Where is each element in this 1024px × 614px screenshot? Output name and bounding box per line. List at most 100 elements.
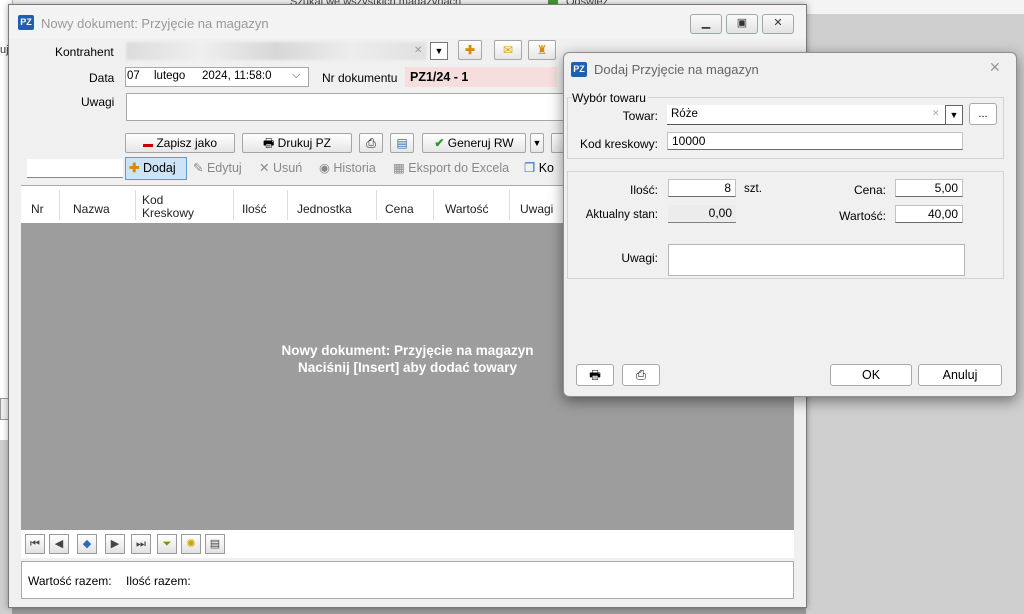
mail-button[interactable]: ✉ [494,40,522,60]
uwagi-input[interactable] [126,93,566,121]
value-input[interactable]: 40,00 [895,205,963,223]
add-button[interactable]: ✚ Dodaj [125,157,187,180]
column-nazwa[interactable]: Nazwa [73,203,110,216]
clear-icon[interactable]: ✕ [414,43,428,59]
date-picker[interactable]: 07 lutego 2024, 11:58:0 ⌵ [125,67,309,87]
navigator-bar: ⏮ ◀ ◆ ▶ ⏭ ⏷ ✺ ▤ [21,530,794,558]
delete-button[interactable]: ✕ Usuń [259,158,302,178]
move-button[interactable]: ◆ [77,534,97,554]
column-wartosc[interactable]: Wartość [445,203,489,216]
last-icon: ⏭ [136,538,146,550]
settings-button[interactable]: ⎙ [359,133,383,153]
print-pz-button[interactable]: 🖶 Drukuj PZ [242,133,352,153]
app-logo-icon: PZ [18,15,34,30]
group-title: Wybór towaru [572,91,648,105]
chevron-down-icon: ▼ [949,110,959,120]
dialog-close-button[interactable]: ✕ [989,59,1001,76]
minimize-icon: ▁ [701,17,711,29]
kontrahent-field[interactable] [126,42,426,60]
edit-button[interactable]: ✎ Edytuj [193,158,242,178]
card-icon: ▤ [396,136,408,150]
column-divider [287,190,288,220]
add-contractor-button[interactable]: ✚ [458,40,482,60]
minimize-button[interactable]: ▁ [690,14,722,34]
plus-icon: ✚ [464,43,476,57]
dialog-title: Dodaj Przyjęcie na magazyn [594,62,759,77]
nr-dokumentu-label: Nr dokumentu [322,71,398,85]
column-nr[interactable]: Nr [31,203,44,216]
generate-rw-button[interactable]: ✔ Generuj RW [422,133,526,153]
export-excel-label: Eksport do Excela [408,161,510,175]
browse-label: ... [978,108,988,120]
column-cena[interactable]: Cena [385,203,414,216]
totals-footer: Wartość razem: Ilość razem: [21,561,794,599]
maximize-button[interactable]: ▣ [726,14,758,34]
column-divider [135,190,136,220]
uwagi-label: Uwagi [81,95,115,109]
notes-label: Uwagi: [621,251,658,265]
browse-products-button[interactable]: ... [969,103,997,125]
towar-dropdown-button[interactable]: ▼ [945,105,963,125]
up-down-icon: ◆ [82,538,92,550]
kontrahent-dropdown-button[interactable]: ▼ [430,42,448,60]
excel-icon: ▦ [393,161,405,175]
total-value-label: Wartość razem: [28,574,112,588]
towar-select[interactable]: Róże ✕ [667,105,945,125]
barcode-input[interactable]: 10000 [667,132,963,150]
column-divider [233,190,234,220]
column-uwagi[interactable]: Uwagi [520,203,553,216]
contractor-details-button[interactable]: ♜ [528,40,556,60]
print-labels-button[interactable]: ⎙ [622,364,660,386]
price-input[interactable]: 5,00 [895,179,963,197]
column-ilosc[interactable]: Ilość [242,203,267,216]
date-time: 2024, 11:58:0 [202,70,272,82]
filter-icon: ⏷ [162,538,172,550]
history-button[interactable]: ◉ Historia [319,158,376,178]
toolbar-search-input[interactable] [27,159,123,178]
towar-value: Róże [671,108,698,120]
cancel-button[interactable]: Anuluj [918,364,1002,386]
card-button[interactable]: ▤ [390,133,414,153]
kontrahent-label: Kontrahent [55,45,114,59]
export-excel-button[interactable]: ▦ Eksport do Excela [393,158,509,178]
generate-rw-dropdown[interactable]: ▼ [530,133,544,153]
close-icon: ✕ [989,59,1001,75]
printer-icon: 🖶 [589,368,601,382]
printer-settings-icon: ⎙ [366,136,376,150]
first-record-button[interactable]: ⏮ [25,534,45,554]
last-record-button[interactable]: ⏭ [131,534,151,554]
stock-value: 0,00 [668,205,736,223]
save-as-label: Zapisz jako [156,136,218,150]
clear-icon[interactable]: ✕ [932,108,940,119]
prev-record-button[interactable]: ◀ [49,534,69,554]
qty-unit: szt. [744,183,762,195]
window-title: Nowy dokument: Przyjęcie na magazyn [41,16,269,31]
columns-button[interactable]: ▤ [205,534,225,554]
label-printer-icon: ⎙ [635,368,646,382]
print-button[interactable]: 🖶 [576,364,614,386]
filter-button[interactable]: ⏷ [157,534,177,554]
column-kod-kreskowy[interactable]: Kod Kreskowy [142,194,194,220]
column-divider [376,190,377,220]
nr-dokumentu-value: PZ1/24 - 1 [410,70,469,84]
total-qty-label: Ilość razem: [126,574,191,588]
column-jednostka[interactable]: Jednostka [297,203,352,216]
printer-icon: 🖶 [262,136,275,150]
next-record-button[interactable]: ▶ [105,534,125,554]
towar-label: Towar: [622,109,658,123]
notes-input[interactable] [668,244,965,276]
find-button[interactable]: ✺ [181,534,201,554]
prev-icon: ◀ [54,538,64,550]
copy-button[interactable]: ❐ Ko [524,158,554,178]
plus-icon: ✚ [129,161,140,175]
save-as-button[interactable]: ▬ Zapisz jako [125,133,235,153]
ok-button[interactable]: OK [830,364,912,386]
edit-label: Edytuj [206,161,242,175]
close-button[interactable]: ✕ [762,14,794,34]
history-icon: ◉ [319,161,330,175]
print-pz-label: Drukuj PZ [277,136,331,150]
date-month: lutego [154,70,186,82]
history-label: Historia [333,161,376,175]
delete-icon: ✕ [259,161,270,175]
qty-input[interactable]: 8 [668,179,736,197]
